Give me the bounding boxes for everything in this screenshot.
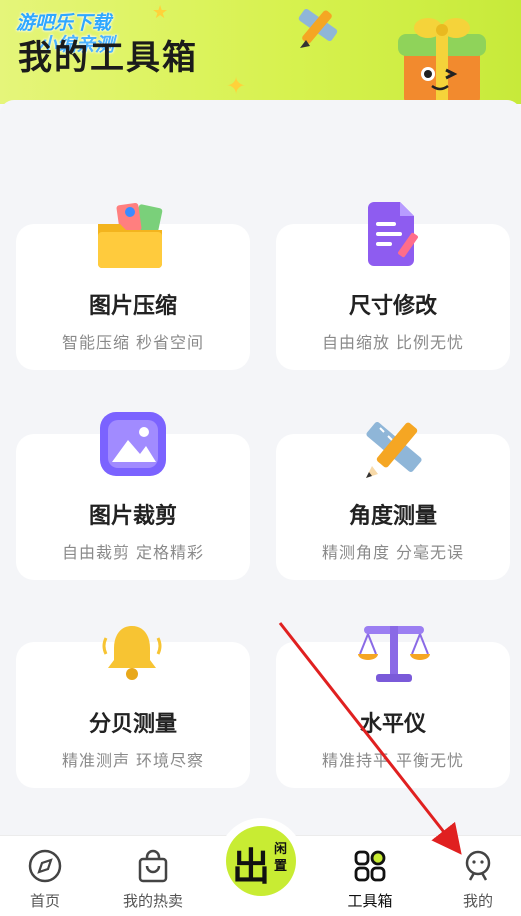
page-title: 我的工具箱	[18, 38, 198, 78]
tab-label: 工具箱	[347, 892, 393, 910]
balance-scale-icon	[358, 626, 430, 682]
tool-subtitle: 精测角度 分毫无误	[321, 543, 465, 562]
tool-title: 水平仪	[359, 712, 426, 737]
tool-subtitle: 自由缩放 比例无忧	[321, 333, 465, 352]
compass-icon	[28, 849, 62, 883]
tool-subtitle: 精准测声 环境尽察	[61, 751, 205, 770]
tab-toolbox[interactable]: 工具箱	[325, 836, 415, 916]
tool-subtitle: 精准持平 平衡无忧	[321, 751, 465, 770]
tab-my-hot-sales[interactable]: 我的热卖	[108, 836, 198, 916]
tool-subtitle: 智能压缩 秒省空间	[61, 333, 205, 352]
tool-title: 图片裁剪	[88, 504, 177, 529]
gift-box-mascot-icon	[398, 18, 486, 104]
star-icon: ✦	[226, 72, 247, 100]
tool-title: 角度测量	[348, 504, 437, 529]
sell-idle-button-inner: 出 闲置	[226, 826, 296, 896]
tool-title: 尺寸修改	[348, 294, 437, 319]
tab-mine[interactable]: 我的	[433, 836, 521, 916]
header-banner: 游吧乐下载 小编亲测 我的工具箱 ★ ✦	[0, 0, 521, 104]
tool-title: 分贝测量	[88, 712, 177, 737]
sell-idle-small-label: 闲置	[274, 842, 288, 874]
document-edit-icon	[368, 202, 418, 266]
tab-home[interactable]: 首页	[0, 836, 90, 916]
tool-title: 图片压缩	[88, 294, 177, 319]
sell-idle-big-label: 出	[232, 845, 271, 889]
shopping-bag-icon	[138, 849, 168, 883]
profile-icon	[465, 850, 491, 881]
image-icon	[100, 412, 166, 476]
sell-idle-button[interactable]: 出 闲置	[218, 818, 304, 904]
star-icon: ★	[152, 2, 169, 23]
grid-icon	[354, 850, 386, 882]
ruler-pencil-decoration-icon	[298, 8, 338, 48]
folder-icon	[98, 202, 163, 268]
tool-subtitle: 自由裁剪 定格精彩	[61, 543, 205, 562]
tab-label: 我的	[462, 892, 493, 910]
tab-label: 首页	[29, 892, 60, 910]
ruler-pencil-icon	[366, 422, 422, 478]
tab-label: 我的热卖	[122, 892, 183, 910]
bell-icon	[102, 626, 162, 680]
